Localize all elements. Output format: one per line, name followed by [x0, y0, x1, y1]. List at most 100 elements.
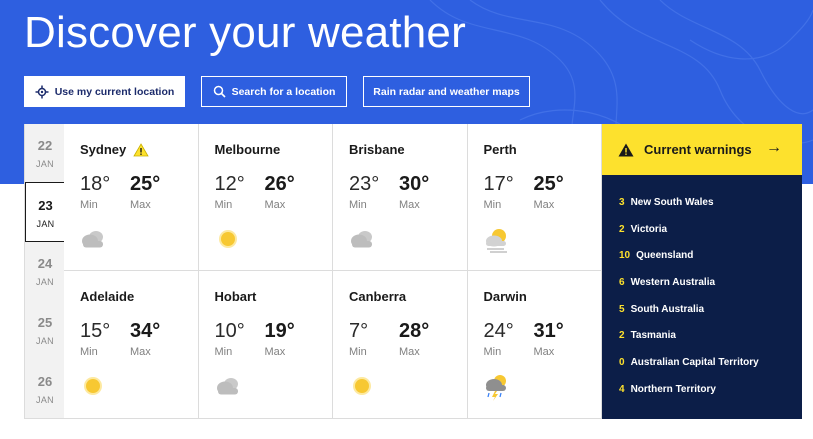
crosshair-icon: [35, 85, 49, 98]
min-temp: 7°: [349, 320, 369, 342]
date-day: 23: [38, 198, 53, 213]
arrow-right-icon: →: [766, 139, 782, 156]
city-name: Brisbane: [349, 142, 405, 157]
max-temp: 31°: [533, 320, 564, 342]
warning-region: Northern Territory: [630, 384, 716, 395]
rain-radar-button[interactable]: Rain radar and weather maps: [363, 76, 530, 107]
warning-count: 2: [619, 330, 625, 341]
warning-region: Western Australia: [630, 277, 716, 288]
city-card-darwin[interactable]: Darwin 24° 31° Min Max: [468, 271, 602, 418]
date-tab-selected[interactable]: 23 JAN: [25, 182, 65, 242]
warning-count: 4: [619, 384, 625, 395]
min-label: Min: [483, 199, 502, 211]
date-day: 22: [37, 138, 53, 153]
city-name: Darwin: [483, 289, 527, 304]
city-card-sydney[interactable]: Sydney 18° 25° Min Max: [64, 124, 199, 271]
use-location-button[interactable]: Use my current location: [24, 76, 185, 107]
warning-item[interactable]: 5 South Australia: [619, 304, 704, 315]
date-tab[interactable]: 26 JAN: [25, 374, 65, 405]
date-month: JAN: [36, 395, 54, 405]
sunny-icon: [218, 230, 237, 248]
warning-count: 5: [619, 304, 625, 315]
search-icon: [213, 85, 226, 98]
city-card-canberra[interactable]: Canberra 7° 28° Min Max: [333, 271, 468, 418]
city-name-row: Brisbane: [349, 142, 405, 157]
min-label: Min: [80, 346, 98, 358]
min-temp: 24°: [483, 320, 514, 342]
date-tab[interactable]: 24 JAN: [25, 256, 65, 287]
city-name: Canberra: [349, 289, 407, 304]
city-card-hobart[interactable]: Hobart 10° 19° Min Max: [199, 271, 333, 418]
max-temp: 30°: [399, 173, 430, 195]
warning-item[interactable]: 2 Tasmania: [619, 330, 676, 341]
warning-region: Queensland: [636, 250, 694, 261]
city-name-row: Melbourne: [215, 142, 281, 157]
warning-count: 6: [619, 277, 625, 288]
city-name: Adelaide: [80, 289, 135, 304]
hazy-sun-icon: [485, 229, 507, 253]
cloudy-icon: [216, 378, 238, 395]
date-day: 24: [37, 256, 53, 271]
min-label: Min: [349, 346, 367, 358]
warning-count: 3: [619, 197, 625, 208]
date-month: JAN: [36, 219, 55, 229]
max-temp: 26°: [264, 173, 295, 195]
city-name-row: Sydney: [80, 142, 149, 157]
warning-region: Australian Capital Territory: [630, 357, 759, 368]
sunny-icon: [353, 377, 371, 395]
warning-item[interactable]: 3 New South Wales: [619, 197, 714, 208]
cloudy-icon: [351, 231, 372, 248]
warning-item[interactable]: 6 Western Australia: [619, 277, 715, 288]
min-temp: 12°: [214, 173, 245, 195]
min-temp: 23°: [349, 173, 380, 195]
min-label: Min: [483, 346, 502, 358]
current-warnings-link[interactable]: Current warnings →: [602, 124, 802, 175]
cloudy-icon: [82, 231, 103, 248]
max-temp: 28°: [399, 320, 430, 342]
city-card-brisbane[interactable]: Brisbane 23° 30° Min Max: [333, 124, 468, 271]
date-tab[interactable]: 22 JAN: [25, 138, 65, 169]
city-card-adelaide[interactable]: Adelaide 15° 34° Min Max: [64, 271, 199, 418]
max-label: Max: [399, 199, 420, 211]
max-label: Max: [130, 346, 151, 358]
page-title: Discover your weather: [24, 8, 466, 57]
max-temp: 34°: [130, 320, 161, 342]
city-forecast-grid: Sydney 18° 25° Min Max Melbourne 12° 26°…: [64, 124, 602, 419]
date-day: 25: [37, 315, 53, 330]
city-name-row: Hobart: [215, 289, 257, 304]
warning-region: New South Wales: [630, 197, 714, 208]
warnings-title: Current warnings: [644, 142, 752, 157]
city-card-melbourne[interactable]: Melbourne 12° 26° Min Max: [198, 124, 333, 271]
max-label: Max: [130, 199, 151, 211]
warning-count: 2: [619, 224, 625, 235]
warning-item[interactable]: 0 Australian Capital Territory: [619, 357, 759, 368]
city-name: Hobart: [214, 289, 257, 304]
min-label: Min: [349, 199, 367, 211]
min-label: Min: [214, 199, 233, 211]
city-name-row: Darwin: [484, 289, 527, 304]
warning-item[interactable]: 10 Queensland: [619, 250, 693, 261]
warning-region: South Australia: [630, 304, 705, 315]
warning-icon: [618, 143, 634, 156]
warning-region: Tasmania: [630, 330, 676, 341]
warning-item[interactable]: 2 Victoria: [619, 224, 667, 235]
warning-region: Victoria: [630, 224, 668, 235]
rain-radar-label: Rain radar and weather maps: [373, 85, 520, 98]
city-card-perth[interactable]: Perth 17° 25° Min Max: [467, 124, 602, 271]
date-month: JAN: [36, 336, 54, 346]
warning-count: 0: [619, 357, 625, 368]
max-temp: 25°: [130, 173, 161, 195]
max-temp: 25°: [533, 173, 564, 195]
search-location-button[interactable]: Search for a location: [201, 76, 347, 107]
date-month: JAN: [36, 277, 54, 287]
date-tab[interactable]: 25 JAN: [25, 315, 65, 346]
min-temp: 17°: [483, 173, 514, 195]
min-label: Min: [214, 346, 233, 358]
warning-icon: [133, 142, 149, 156]
city-name-row: Adelaide: [80, 289, 134, 304]
max-label: Max: [533, 199, 555, 211]
warning-count: 10: [619, 250, 631, 261]
date-selector: 22 JAN 23 JAN 24 JAN 25 JAN 26 JAN: [24, 124, 65, 419]
max-label: Max: [533, 346, 555, 358]
warning-item[interactable]: 4 Northern Territory: [619, 384, 716, 395]
